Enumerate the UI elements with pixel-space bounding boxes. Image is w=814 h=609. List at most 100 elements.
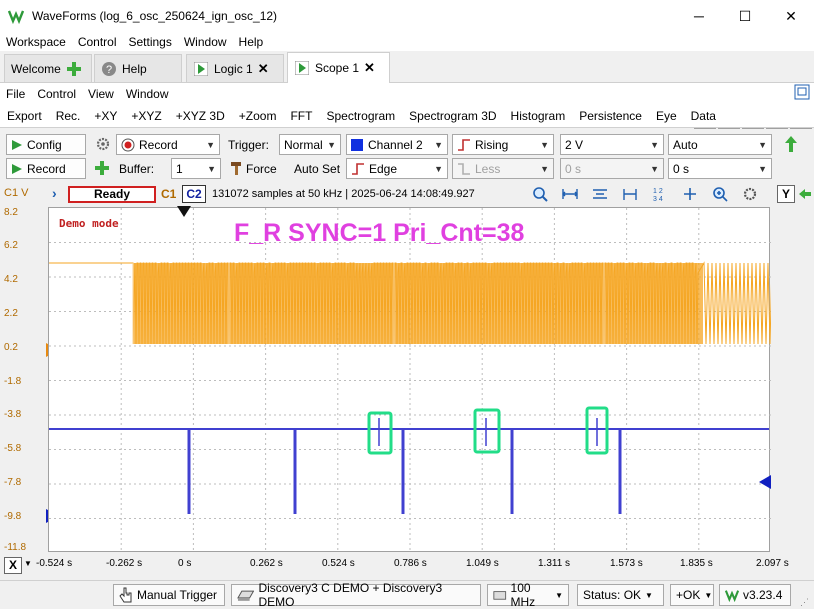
version-button[interactable]: v3.23.4 xyxy=(719,584,791,606)
scope-waveform xyxy=(49,208,795,553)
view-spectrogram[interactable]: Spectrogram xyxy=(319,109,402,123)
close-button[interactable]: ✕ xyxy=(768,0,814,32)
trigger-auto-value: Auto xyxy=(673,137,698,152)
fit-horizontal-icon[interactable] xyxy=(592,186,608,202)
frequency-label: 100 MHz xyxy=(510,581,536,609)
minimize-button[interactable]: ─ xyxy=(676,0,722,32)
chevron-down-icon: ▼ xyxy=(434,139,443,150)
maximize-button[interactable]: ☐ xyxy=(722,0,768,32)
scope-plot[interactable]: Demo mode F_R SYNC=1 Pri_Cnt=38 xyxy=(48,206,795,553)
close-tab-icon[interactable]: ✕ xyxy=(258,61,269,77)
arrow-left-icon[interactable] xyxy=(798,188,812,203)
manual-trigger-button[interactable]: Manual Trigger xyxy=(113,584,225,606)
view-spectrogram-3d[interactable]: Spectrogram 3D xyxy=(402,109,503,123)
svg-text:1 2: 1 2 xyxy=(653,188,663,195)
force-button[interactable]: Force xyxy=(246,158,277,179)
menu-workspace[interactable]: Workspace xyxy=(0,35,72,49)
trigger-condition-select[interactable]: Rising ▼ xyxy=(452,134,554,155)
zoom-in-icon[interactable] xyxy=(712,186,728,202)
trigger-level-select[interactable]: 2 V ▼ xyxy=(560,134,664,155)
view-rec[interactable]: Rec. xyxy=(49,109,88,123)
record-button[interactable]: Record xyxy=(6,158,86,179)
buffer-stepper[interactable]: 1 ▼ xyxy=(171,158,221,179)
zoom-search-icon[interactable] xyxy=(532,186,548,202)
trigger-position-marker[interactable] xyxy=(177,206,191,218)
position-select[interactable]: 0 s ▼ xyxy=(668,158,772,179)
plus-icon[interactable] xyxy=(94,160,110,179)
wrench-gear-icon[interactable] xyxy=(94,136,110,155)
view-persistence[interactable]: Persistence xyxy=(572,109,649,123)
trigger-auto-select[interactable]: Auto ▼ xyxy=(668,134,772,155)
scope-menu-file[interactable]: File xyxy=(0,87,31,101)
tab-welcome[interactable]: Welcome xyxy=(4,54,92,82)
config-button[interactable]: Config xyxy=(6,134,86,155)
trigger-source-select[interactable]: Channel 2 ▼ xyxy=(346,134,448,155)
record-mode-select[interactable]: Record ▼ xyxy=(116,134,220,155)
buffer-value: 1 xyxy=(176,161,183,176)
trigger-type-value: Edge xyxy=(369,161,398,176)
play-icon xyxy=(294,60,310,76)
acquisition-status: Ready xyxy=(68,186,156,203)
pan-icon[interactable] xyxy=(682,186,698,202)
zoom-width-icon[interactable] xyxy=(562,186,578,202)
scope-menu-view[interactable]: View xyxy=(82,87,120,101)
tab-help[interactable]: ? Help xyxy=(94,54,182,82)
numbered-cursors-icon[interactable]: 1 23 4 xyxy=(652,186,668,202)
scope-menu-control[interactable]: Control xyxy=(31,87,82,101)
view-export[interactable]: Export xyxy=(0,109,49,123)
view-xyz[interactable]: +XYZ xyxy=(124,109,168,123)
menu-window[interactable]: Window xyxy=(178,35,233,49)
y-tick: 8.2 xyxy=(4,207,18,218)
view-xy[interactable]: +XY xyxy=(87,109,124,123)
y-tick: -5.8 xyxy=(4,443,22,454)
tab-logic-1-label: Logic 1 xyxy=(214,61,253,76)
ok-button[interactable]: +OK ▼ xyxy=(670,584,714,606)
status-label: Status: OK xyxy=(583,588,642,602)
tab-bar: Welcome ? Help Logic 1 ✕ Scope 1 ✕ xyxy=(0,51,814,129)
view-fft[interactable]: FFT xyxy=(283,109,319,123)
config-label: Config xyxy=(27,137,62,152)
auto-set-button[interactable]: Auto Set xyxy=(294,158,340,179)
channel-1-button[interactable]: C1 xyxy=(161,187,176,201)
status-button[interactable]: Status: OK ▼ xyxy=(577,584,664,606)
tab-scope-1[interactable]: Scope 1 ✕ xyxy=(287,52,390,83)
channel-2-button[interactable]: C2 xyxy=(182,185,206,203)
frequency-button[interactable]: 100 MHz ▼ xyxy=(487,581,569,609)
chevron-right-icon[interactable]: › xyxy=(52,185,57,201)
tab-logic-1[interactable]: Logic 1 ✕ xyxy=(186,54,284,82)
chevron-down-icon[interactable]: ▼ xyxy=(24,559,32,568)
trigger-label: Trigger: xyxy=(228,137,269,152)
menu-help[interactable]: Help xyxy=(233,35,270,49)
device-label: Discovery3 C DEMO + Discovery3 DEMO xyxy=(258,581,443,609)
acquisition-info: 131072 samples at 50 kHz | 2025-06-24 14… xyxy=(212,188,475,200)
plot-annotation: F_R SYNC=1 Pri_Cnt=38 xyxy=(234,219,525,247)
trigger-condition-value: Rising xyxy=(475,137,509,152)
trigger-type-select[interactable]: Edge ▼ xyxy=(346,158,448,179)
less-select[interactable]: Less ▼ xyxy=(452,158,554,179)
device-select-button[interactable]: Discovery3 C DEMO + Discovery3 DEMO xyxy=(231,581,481,609)
buffer-label: Buffer: xyxy=(119,161,155,176)
arrow-up-icon[interactable] xyxy=(784,135,798,156)
scope-menu-window[interactable]: Window xyxy=(120,87,175,101)
close-tab-icon[interactable]: ✕ xyxy=(364,60,375,76)
trigger-level-marker[interactable] xyxy=(759,475,771,489)
resize-grip-icon[interactable]: ⋰ xyxy=(800,597,809,608)
view-xyz-3d[interactable]: +XYZ 3D xyxy=(169,109,232,123)
hold-off-select[interactable]: 0 s ▼ xyxy=(560,158,664,179)
trigger-mode-select[interactable]: Normal ▼ xyxy=(279,134,341,155)
play-icon xyxy=(193,61,209,77)
x-axis-button[interactable]: X xyxy=(4,557,22,574)
cursor-measure-icon[interactable] xyxy=(622,186,638,202)
menu-settings[interactable]: Settings xyxy=(123,35,178,49)
chevron-down-icon: ▼ xyxy=(434,163,443,174)
view-histogram[interactable]: Histogram xyxy=(504,109,573,123)
view-eye[interactable]: Eye xyxy=(649,109,684,123)
view-data[interactable]: Data xyxy=(684,109,723,123)
window-restore-icon[interactable] xyxy=(790,84,814,103)
y-axis-button[interactable]: Y xyxy=(777,185,795,203)
x-tick: 1.049 s xyxy=(466,558,499,569)
settings-zoom-icon[interactable] xyxy=(742,186,758,202)
view-zoom[interactable]: +Zoom xyxy=(232,109,284,123)
menu-control[interactable]: Control xyxy=(72,35,123,49)
chevron-down-icon: ▼ xyxy=(758,163,767,174)
